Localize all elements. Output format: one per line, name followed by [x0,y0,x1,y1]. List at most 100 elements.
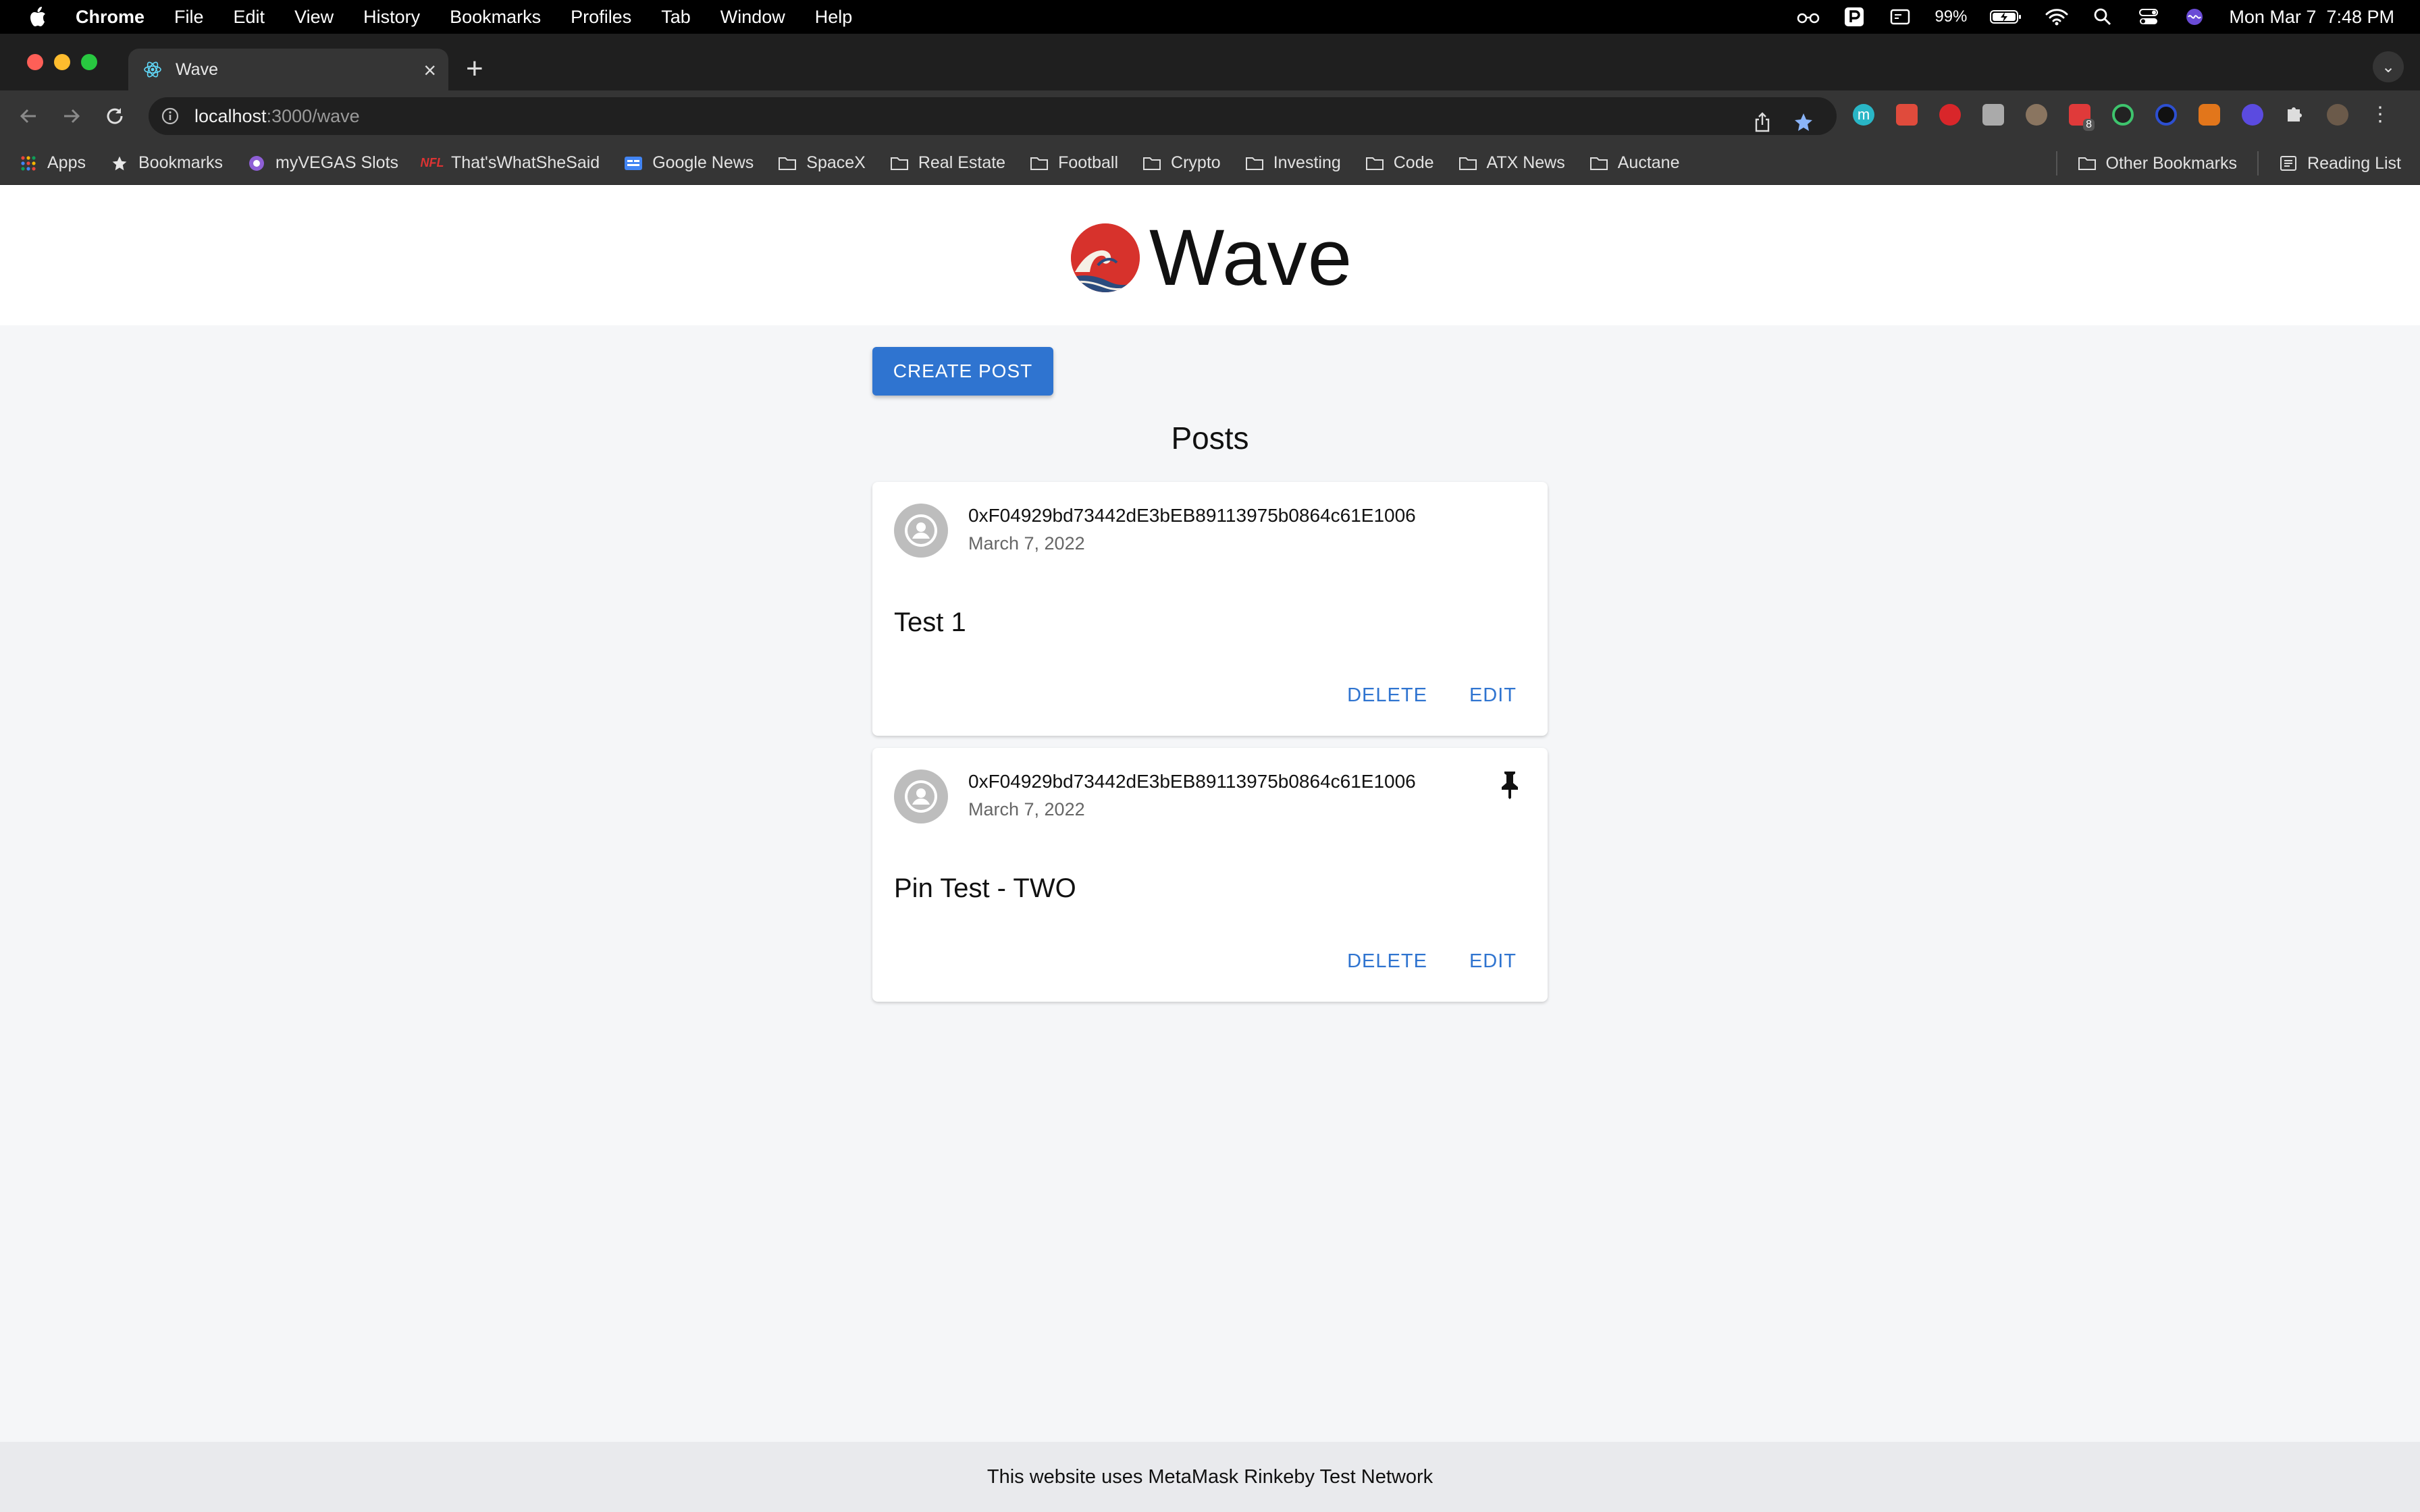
post-card: 0xF04929bd73442dE3bEB89113975b0864c61E10… [872,748,1548,1002]
bookmarks-divider [2257,151,2259,176]
apps-grid-icon [19,155,38,171]
site-info-icon[interactable] [161,107,180,126]
menu-window[interactable]: Window [720,7,785,28]
url-host: localhost [194,105,267,126]
bookmark-folder-atx-news[interactable]: ATX News [1458,153,1565,173]
bookmark-star-icon[interactable] [1793,112,1814,137]
post-date: March 7, 2022 [968,799,1085,819]
chrome-menu-icon[interactable]: ⋮ [2370,104,2390,125]
site-footer: This website uses MetaMask Rinkeby Test … [0,1442,2420,1512]
browser-toolbar: localhost:3000/wave m 8 ⋮ [0,90,2420,142]
bookmark-bookmarks[interactable]: Bookmarks [110,153,223,173]
extension-mosaic-icon[interactable] [1896,103,1918,126]
extensions-puzzle-icon[interactable] [2285,103,2305,126]
extension-badge-icon[interactable]: 8 [2069,103,2095,131]
delete-button[interactable]: DELETE [1347,684,1427,707]
menu-view[interactable]: View [294,7,334,28]
bookmark-myvegas[interactable]: myVEGAS Slots [247,153,398,173]
bookmark-thatswhatshesaid[interactable]: NFL That'sWhatSheSaid [420,153,600,173]
reload-icon[interactable] [101,103,128,130]
myvegas-icon [247,155,266,171]
bookmark-folder-football[interactable]: Football [1030,153,1118,173]
apple-icon[interactable] [28,6,47,28]
delete-button[interactable]: DELETE [1347,950,1427,973]
profile-avatar[interactable] [2327,103,2348,126]
window-zoom-button[interactable] [81,54,97,70]
folder-icon [1245,155,1264,171]
pin-icon[interactable] [1496,770,1523,799]
bookmark-label: myVEGAS Slots [275,153,399,172]
siri-icon[interactable] [2183,7,2206,26]
extension-m-icon[interactable]: m [1853,103,1874,126]
menu-help[interactable]: Help [815,7,853,28]
battery-percentage: 99% [1935,7,1968,26]
menu-edit[interactable]: Edit [234,7,265,28]
reading-list-icon [2279,155,2298,171]
wifi-icon[interactable] [2045,7,2068,26]
bookmark-label: That'sWhatSheSaid [451,153,600,172]
reading-list[interactable]: Reading List [2279,154,2401,173]
parking-app-icon[interactable] [1843,7,1866,26]
new-tab-plus-icon[interactable]: + [466,54,483,84]
bookmark-label: Code [1393,153,1434,172]
clock[interactable]: Mon Mar 7 7:48 PM [2229,7,2394,28]
post-author-address: 0xF04929bd73442dE3bEB89113975b0864c61E10… [968,771,1416,792]
extension-ring-icon[interactable] [2155,103,2177,126]
window-minimize-button[interactable] [54,54,70,70]
bookmark-other-bookmarks[interactable]: Other Bookmarks [2078,154,2237,173]
create-post-button[interactable]: CREATE POST [872,347,1053,396]
share-icon[interactable] [1753,112,1772,137]
extension-purple-icon[interactable] [2242,103,2263,126]
post-content: Pin Test - TWO [894,873,1076,903]
menu-tab[interactable]: Tab [661,7,691,28]
site-header: Wave [0,185,2420,325]
menu-profiles[interactable]: Profiles [571,7,631,28]
bookmark-folder-spacex[interactable]: SpaceX [778,153,866,173]
post-date: March 7, 2022 [968,533,1085,554]
folder-icon [1589,155,1608,171]
active-tab[interactable]: Wave × [128,49,448,90]
extension-gray-icon[interactable] [1982,103,2004,126]
user-avatar-icon [894,770,948,824]
display-icon[interactable] [1889,7,1912,26]
site-title: Wave [1149,213,1353,302]
user-avatar-icon [894,504,948,558]
tab-title: Wave [176,59,218,79]
page-viewport: Wave CREATE POST Posts 0xF04929bd73442dE… [0,185,2420,1512]
extensions-area: m 8 ⋮ [1853,103,2390,131]
site-logo[interactable]: Wave [1071,212,1352,304]
tab-close-icon[interactable]: × [423,58,436,83]
bookmark-label: Auctane [1617,153,1680,172]
address-bar[interactable]: localhost:3000/wave [149,97,1837,135]
menu-bookmarks[interactable]: Bookmarks [450,7,541,28]
extension-target-icon[interactable] [2112,103,2134,126]
extension-face-icon[interactable] [2026,103,2047,126]
bookmark-folder-auctane[interactable]: Auctane [1589,153,1680,173]
bookmark-folder-investing[interactable]: Investing [1245,153,1341,173]
forward-arrow-icon[interactable] [58,103,85,130]
post-card: 0xF04929bd73442dE3bEB89113975b0864c61E10… [872,482,1548,736]
window-close-button[interactable] [27,54,43,70]
bookmark-folder-crypto[interactable]: Crypto [1142,153,1221,173]
edit-button[interactable]: EDIT [1469,950,1517,973]
control-center-icon[interactable] [2137,7,2160,26]
menu-history[interactable]: History [363,7,420,28]
glasses-icon[interactable] [1797,7,1820,26]
menu-app-name[interactable]: Chrome [76,7,144,28]
edit-button[interactable]: EDIT [1469,684,1517,707]
metamask-fox-icon[interactable] [2199,103,2220,126]
back-arrow-icon[interactable] [15,103,42,130]
reading-list-label: Reading List [2307,153,2401,173]
folder-icon [1142,155,1161,171]
bookmark-google-news[interactable]: Google News [624,153,754,173]
menu-file[interactable]: File [174,7,204,28]
battery-icon[interactable] [1990,7,2022,26]
bookmark-label: Investing [1273,153,1341,172]
tab-search-chevron-icon[interactable]: ⌄ [2373,51,2404,82]
bookmark-folder-real-estate[interactable]: Real Estate [890,153,1005,173]
bookmark-apps[interactable]: Apps [19,153,86,173]
spotlight-search-icon[interactable] [2091,7,2114,26]
nfl-icon: NFL [420,156,444,169]
extension-hand-icon[interactable] [1939,103,1961,126]
bookmark-folder-code[interactable]: Code [1365,153,1434,173]
